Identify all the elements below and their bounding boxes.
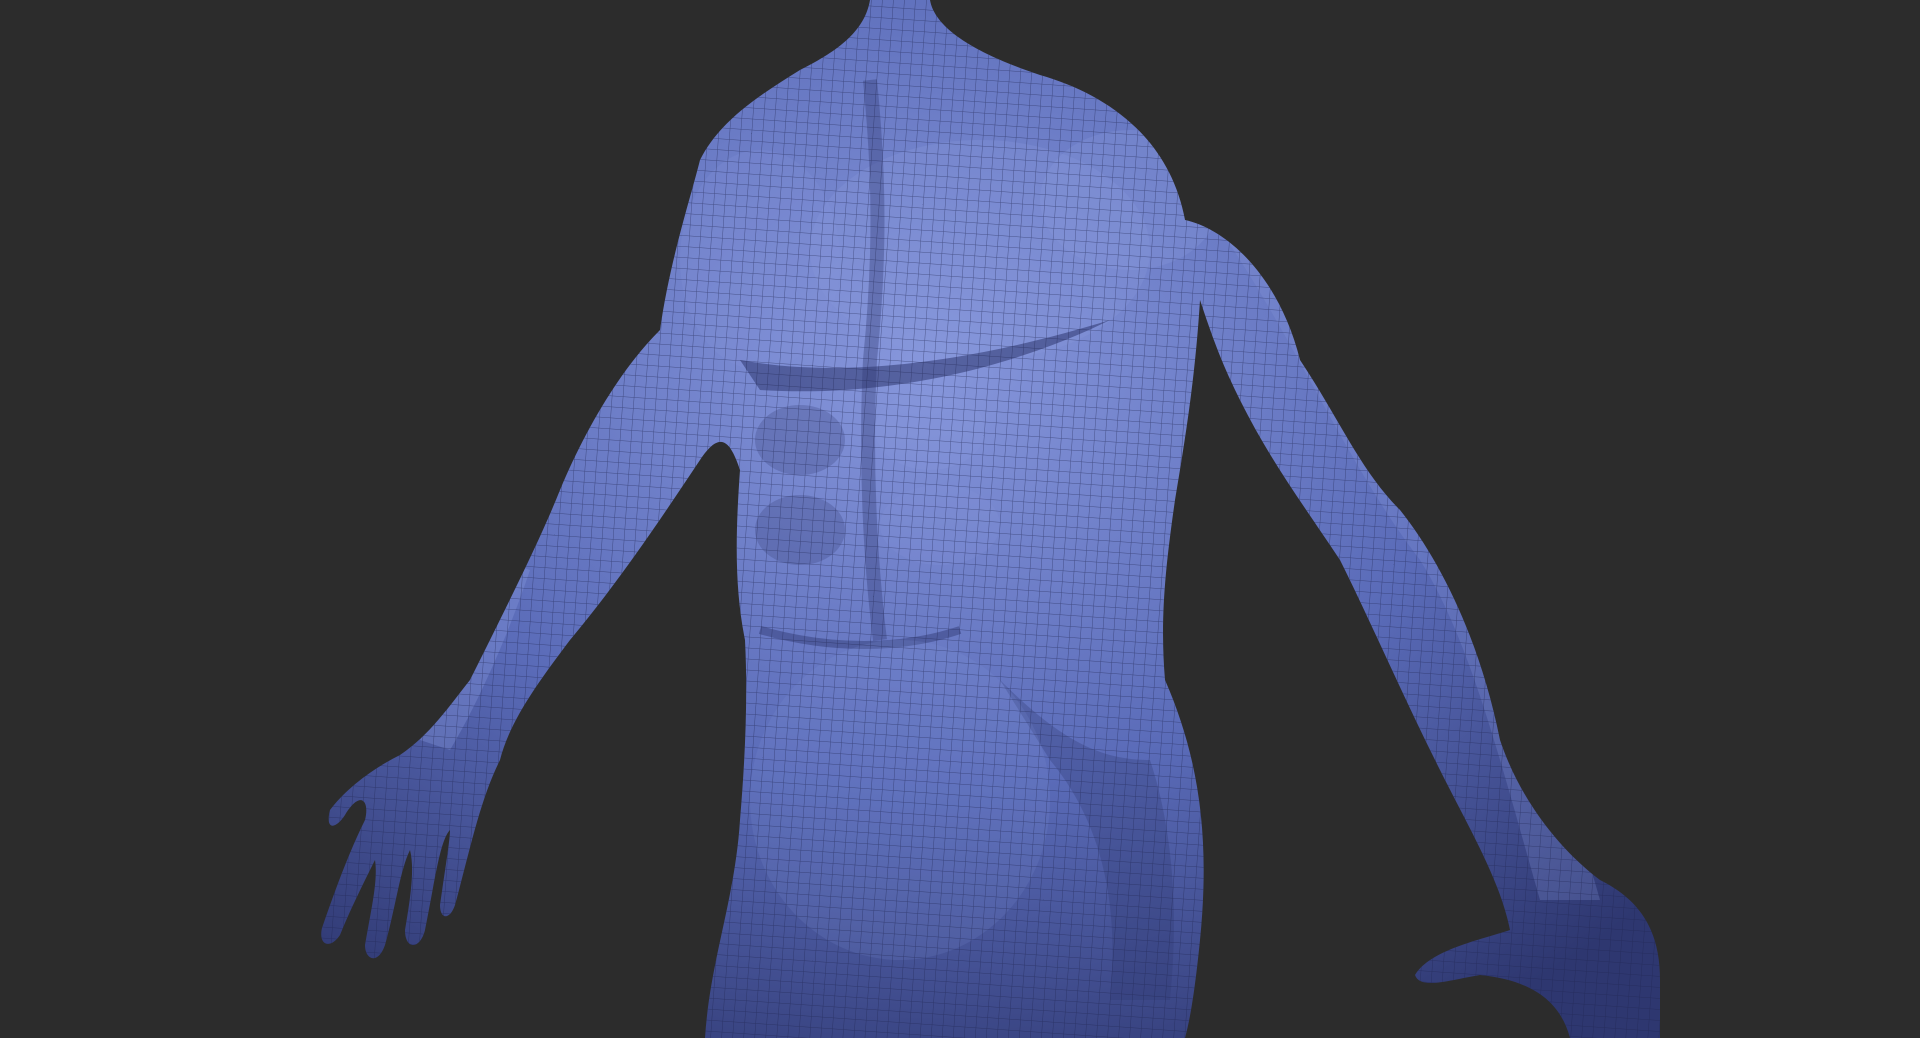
sculpt-model-render[interactable] [0, 0, 1920, 1038]
surface-shading [321, 0, 1661, 1038]
3d-viewport[interactable] [0, 0, 1920, 1038]
